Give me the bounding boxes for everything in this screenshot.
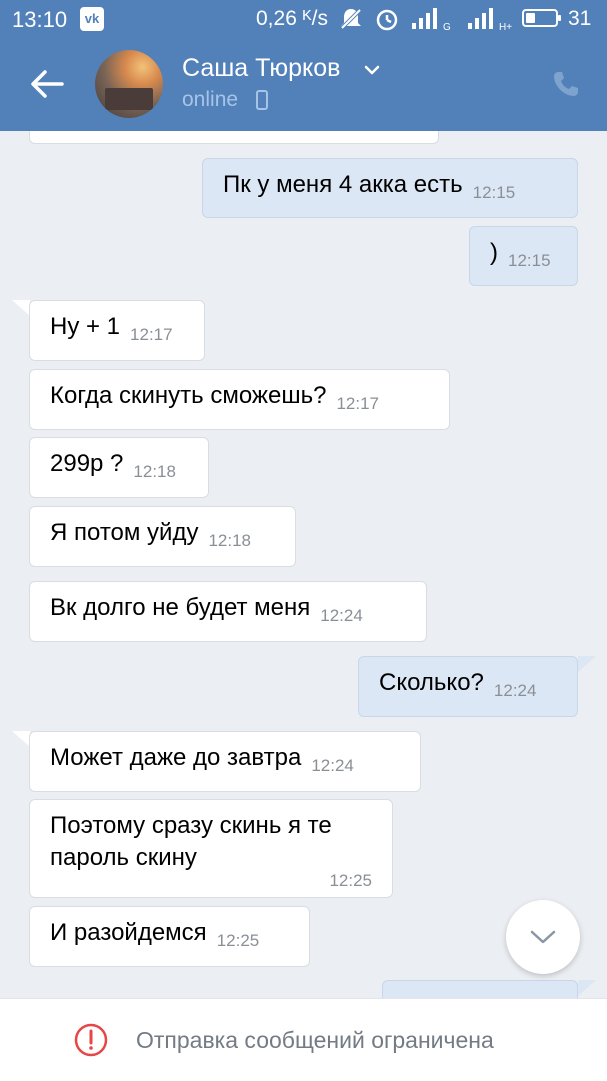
message-time: 12:15 [472,183,516,202]
battery-icon [522,9,561,27]
mobile-device-icon [256,90,268,110]
alarm-icon [376,9,398,31]
message-bubble-outgoing[interactable]: Пк у меня 4 акка есть 12:15 [202,158,578,218]
message-text: Вк долго не будет меня [50,594,311,621]
restriction-message: Отправка сообщений ограничена [136,1027,494,1053]
message-bubble-incoming[interactable]: 299р ? 12:18 [29,437,209,498]
message-bubble-incoming[interactable]: Поэтому сразу скинь я те пароль скину 12… [29,799,393,898]
svg-text:G: G [443,22,451,32]
message-text: Поэтому сразу скинь я те [50,812,332,839]
message-text: Пк у меня 4 акка есть [223,171,463,198]
message-bubble-incoming[interactable]: Вк долго не будет меня 12:24 [29,581,427,642]
message-bubble-outgoing[interactable]: ) 12:15 [469,226,578,286]
message-text: ) [490,239,498,266]
chevron-down-icon [530,930,556,944]
phone-icon[interactable] [550,68,582,100]
message-time: 12:15 [508,251,551,270]
message-time: 12:24 [311,756,354,775]
message-time: 12:17 [130,325,173,344]
message-text: 299р ? [50,450,124,477]
status-time: 13:10 [12,7,68,32]
message-time: 12:25 [216,931,260,950]
status-bar: 13:10 vk 0,26 ᴷ/s G H+ 31 [0,0,607,38]
bubble-tail [578,980,596,996]
message-time: 12:24 [493,681,537,700]
message-bubble-incoming[interactable]: Я потом уйду 12:18 [29,506,296,567]
back-arrow-icon[interactable] [28,64,68,104]
message-time: 12:24 [320,606,363,625]
message-text-line2: пароль скину [50,844,197,871]
signal-icon: G [412,8,451,32]
battery-fill [526,13,535,23]
message-bubble-outgoing[interactable]: Сколько? 12:24 [358,656,578,717]
chevron-down-icon[interactable] [362,60,382,80]
app-header: 13:10 vk 0,26 ᴷ/s G H+ 31 Саша Тюрков on… [0,0,607,131]
message-text: Ну + 1 [50,313,121,340]
composer-restricted-bar: Отправка сообщений ограничена [0,998,607,1081]
message-text: И разойдемся [50,919,207,946]
message-bubble-incoming[interactable]: Когда скинуть сможешь? 12:17 [29,369,450,430]
message-text: Когда скинуть сможешь? [50,382,327,409]
vk-icon: vk [80,7,104,31]
message-bubble-incoming[interactable]: Ну + 1 12:17 [29,300,205,361]
battery-level: 31 [568,7,592,30]
scroll-down-button[interactable] [506,900,580,974]
svg-text:H+: H+ [499,22,512,32]
bubble-tail [12,731,30,747]
bubble-tail [12,300,30,316]
contact-status: online [182,88,239,111]
message-text: Сколько? [379,669,484,696]
message-bubble-incoming[interactable]: Может даже до завтра 12:24 [29,731,421,792]
message-text: Может даже до завтра [50,744,302,771]
message-time: 12:17 [336,394,379,413]
message-time: 12:18 [133,462,176,481]
contact-name[interactable]: Саша Тюрков [182,54,340,83]
mute-icon [339,7,363,31]
message-time: 12:25 [329,871,372,890]
message-text: Я потом уйду [50,519,199,546]
signal-icon: H+ [468,8,512,32]
message-bubble-incoming[interactable]: И разойдемся 12:25 [29,906,310,967]
warning-icon [74,1023,108,1057]
message-time: 12:18 [208,531,252,550]
avatar[interactable] [95,50,163,118]
bubble-tail [578,656,596,672]
network-speed: 0,26 ᴷ/s [256,7,328,30]
